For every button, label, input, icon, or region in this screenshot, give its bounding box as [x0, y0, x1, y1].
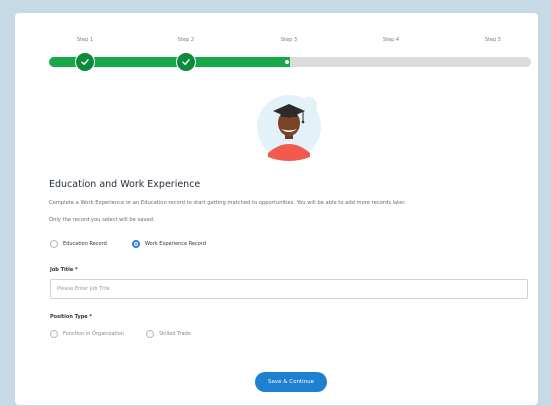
- radio-button-icon[interactable]: [50, 240, 58, 248]
- radio-skilled-trade-label: Skilled Trade: [159, 331, 191, 337]
- job-title-label: Job Title *: [50, 267, 78, 273]
- form-card: Step 1 Step 2 Step 3 Step 4 Step 5 Educa…: [15, 13, 538, 405]
- progress-current-dot: [285, 60, 289, 64]
- radio-button-icon[interactable]: [50, 330, 58, 338]
- step-5-label: Step 5: [484, 37, 502, 43]
- page-title: Education and Work Experience: [49, 179, 201, 190]
- form-note: Only the record you select will be saved…: [49, 217, 155, 223]
- radio-work-experience-record-label: Work Experience Record: [145, 241, 206, 247]
- step-1-complete-icon: [75, 52, 95, 72]
- progress-bar: [49, 57, 531, 67]
- radio-function-in-organization[interactable]: Function in Organization: [50, 330, 124, 338]
- step-2-complete-icon: [176, 52, 196, 72]
- save-continue-button[interactable]: Save & Continue: [255, 372, 327, 392]
- step-1-label: Step 1: [76, 37, 94, 43]
- graduate-avatar-icon: [253, 91, 325, 163]
- radio-education-record[interactable]: Education Record: [50, 240, 107, 248]
- step-3-label: Step 3: [280, 37, 298, 43]
- radio-education-record-label: Education Record: [63, 241, 107, 247]
- radio-button-checked-icon[interactable]: [132, 240, 140, 248]
- step-4-label: Step 4: [382, 37, 400, 43]
- position-type-label: Position Type *: [50, 314, 93, 320]
- radio-work-experience-record[interactable]: Work Experience Record: [132, 240, 206, 248]
- stepper: Step 1 Step 2 Step 3 Step 4 Step 5: [15, 37, 538, 51]
- job-title-input[interactable]: [50, 279, 528, 299]
- step-2-label: Step 2: [177, 37, 195, 43]
- radio-skilled-trade[interactable]: Skilled Trade: [146, 330, 191, 338]
- form-description: Complete a Work Experience or an Educati…: [49, 200, 406, 206]
- radio-button-icon[interactable]: [146, 330, 154, 338]
- radio-function-in-organization-label: Function in Organization: [63, 331, 124, 337]
